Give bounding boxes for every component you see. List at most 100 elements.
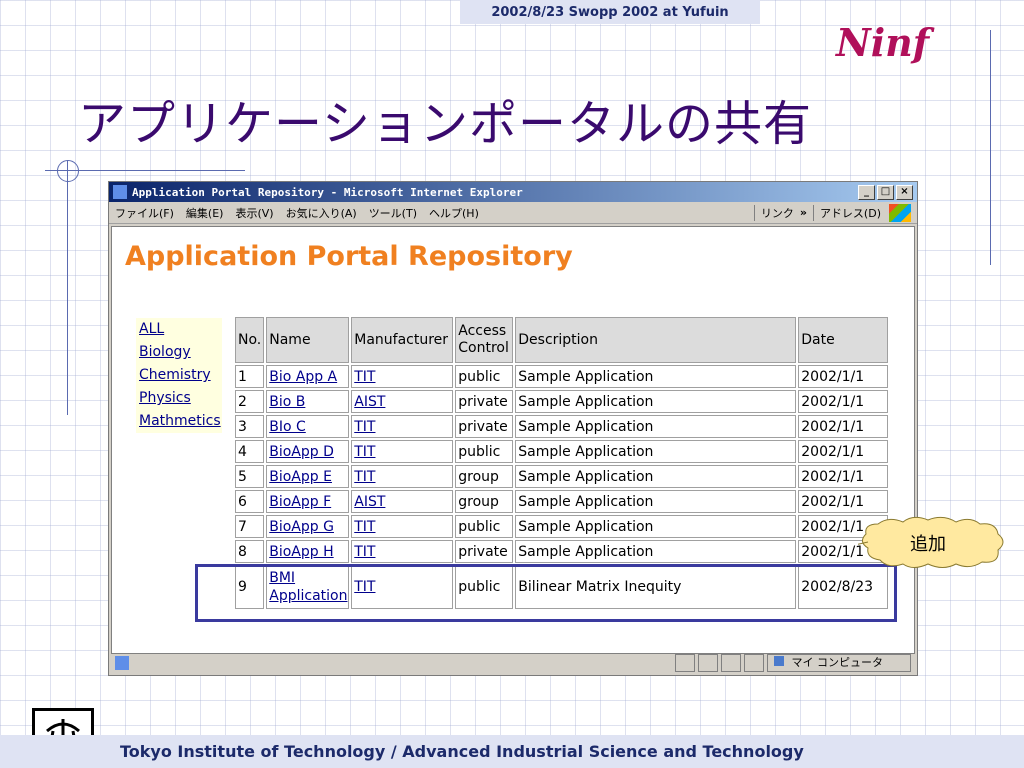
- cell-description: Sample Application: [515, 440, 797, 463]
- cell-name: BioApp F: [266, 490, 350, 513]
- maximize-button[interactable]: □: [877, 184, 894, 200]
- cell-no: 5: [235, 465, 265, 488]
- cell-no: 6: [235, 490, 265, 513]
- cell-no: 4: [235, 440, 265, 463]
- app-name-link[interactable]: BioApp H: [269, 544, 333, 560]
- category-link-biology[interactable]: Biology: [136, 341, 222, 364]
- table-row: 6 BioApp F AIST group Sample Application 2002…: [235, 490, 889, 513]
- minimize-button[interactable]: _: [858, 184, 875, 200]
- decorative-line: [990, 30, 991, 265]
- cell-description: Sample Application: [515, 365, 797, 388]
- category-link-mathmetics[interactable]: Mathmetics: [136, 410, 222, 433]
- status-cell: [744, 654, 764, 672]
- app-name-link[interactable]: BioApp F: [269, 494, 331, 510]
- category-link-all[interactable]: ALL: [136, 318, 222, 341]
- menu-favorites[interactable]: お気に入り(A): [286, 205, 357, 221]
- app-name-link[interactable]: Bio B: [269, 394, 305, 410]
- manufacturer-link[interactable]: TIT: [354, 544, 375, 560]
- column-header-no: No.: [235, 317, 265, 363]
- close-button[interactable]: ×: [896, 184, 913, 200]
- menu-help[interactable]: ヘルプ(H): [429, 205, 479, 221]
- cell-description: Sample Application: [515, 515, 797, 538]
- table-header-row: No. Name Manufacturer Access Control Des…: [235, 317, 889, 363]
- menu-file[interactable]: ファイル(F): [115, 205, 174, 221]
- status-cell: [675, 654, 695, 672]
- status-cell: [698, 654, 718, 672]
- cell-date: 2002/1/1: [798, 465, 889, 488]
- cell-manufacturer: AIST: [351, 390, 454, 413]
- cell-access-control: group: [455, 465, 514, 488]
- decorative-circle: [57, 160, 79, 182]
- windows-flag-icon: [889, 203, 911, 222]
- column-header-date: Date: [798, 317, 889, 363]
- cell-access-control: group: [455, 490, 514, 513]
- cell-no: 8: [235, 540, 265, 563]
- cell-date: 2002/1/1: [798, 440, 889, 463]
- ie-icon: [113, 185, 127, 199]
- app-name-link[interactable]: BIo C: [269, 419, 306, 435]
- cell-no: 1: [235, 365, 265, 388]
- cell-name: BioApp G: [266, 515, 350, 538]
- table-row: 1 Bio App A TIT public Sample Application 200…: [235, 365, 889, 388]
- page-heading: Application Portal Repository: [125, 241, 573, 272]
- cell-date: 2002/1/1: [798, 415, 889, 438]
- links-button[interactable]: リンク: [761, 205, 794, 221]
- table-row: 4 BioApp D TIT public Sample Application 2002…: [235, 440, 889, 463]
- separator: [812, 204, 814, 221]
- cell-access-control: public: [455, 515, 514, 538]
- cell-description: Sample Application: [515, 465, 797, 488]
- column-header-access-control: Access Control: [455, 317, 514, 363]
- cell-date: 2002/1/1: [798, 365, 889, 388]
- category-link-chemistry[interactable]: Chemistry: [136, 364, 222, 387]
- cell-date: 2002/1/1: [798, 490, 889, 513]
- column-header-description: Description: [515, 317, 797, 363]
- footer-text: Tokyo Institute of Technology / Advanced…: [120, 742, 804, 761]
- cell-no: 3: [235, 415, 265, 438]
- cell-manufacturer: AIST: [351, 490, 454, 513]
- cell-manufacturer: TIT: [351, 365, 454, 388]
- links-chevron-icon[interactable]: »: [800, 206, 807, 219]
- cell-access-control: public: [455, 365, 514, 388]
- cell-access-control: private: [455, 390, 514, 413]
- cell-description: Sample Application: [515, 390, 797, 413]
- category-link-physics[interactable]: Physics: [136, 387, 222, 410]
- cell-manufacturer: TIT: [351, 540, 454, 563]
- manufacturer-link[interactable]: TIT: [354, 369, 375, 385]
- cell-access-control: private: [455, 415, 514, 438]
- manufacturer-link[interactable]: AIST: [354, 394, 385, 410]
- menu-tools[interactable]: ツール(T): [369, 205, 417, 221]
- slide-title: アプリケーションポータルの共有: [78, 96, 813, 152]
- menu-bar: ファイル(F) 編集(E) 表示(V) お気に入り(A) ツール(T) ヘルプ(…: [109, 202, 917, 224]
- window-title: Application Portal Repository - Microsof…: [132, 185, 523, 199]
- cell-description: Sample Application: [515, 490, 797, 513]
- cell-manufacturer: TIT: [351, 465, 454, 488]
- menu-view[interactable]: 表示(V): [235, 205, 273, 221]
- app-name-link[interactable]: BioApp E: [269, 469, 332, 485]
- table-row: 3 BIo C TIT private Sample Application 2002/1…: [235, 415, 889, 438]
- new-row-highlight: [195, 564, 897, 622]
- cell-access-control: public: [455, 440, 514, 463]
- separator: [753, 204, 755, 221]
- window-titlebar[interactable]: Application Portal Repository - Microsof…: [109, 182, 917, 202]
- cell-name: BioApp D: [266, 440, 350, 463]
- cell-no: 7: [235, 515, 265, 538]
- manufacturer-link[interactable]: TIT: [354, 519, 375, 535]
- cell-name: BioApp E: [266, 465, 350, 488]
- table-row: 5 BioApp E TIT group Sample Application 2002/…: [235, 465, 889, 488]
- manufacturer-link[interactable]: AIST: [354, 494, 385, 510]
- app-name-link[interactable]: BioApp G: [269, 519, 334, 535]
- manufacturer-link[interactable]: TIT: [354, 444, 375, 460]
- manufacturer-link[interactable]: TIT: [354, 469, 375, 485]
- callout-text: 追加: [910, 534, 946, 555]
- menu-edit[interactable]: 編集(E): [186, 205, 224, 221]
- table-row: 2 Bio B AIST private Sample Application 2002/…: [235, 390, 889, 413]
- app-name-link[interactable]: Bio App A: [269, 369, 337, 385]
- table-row: 8 BioApp H TIT private Sample Application 200…: [235, 540, 889, 563]
- app-name-link[interactable]: BioApp D: [269, 444, 334, 460]
- cell-name: Bio App A: [266, 365, 350, 388]
- cell-name: BIo C: [266, 415, 350, 438]
- manufacturer-link[interactable]: TIT: [354, 419, 375, 435]
- address-label[interactable]: アドレス(D): [820, 205, 881, 221]
- cell-no: 2: [235, 390, 265, 413]
- cell-manufacturer: TIT: [351, 515, 454, 538]
